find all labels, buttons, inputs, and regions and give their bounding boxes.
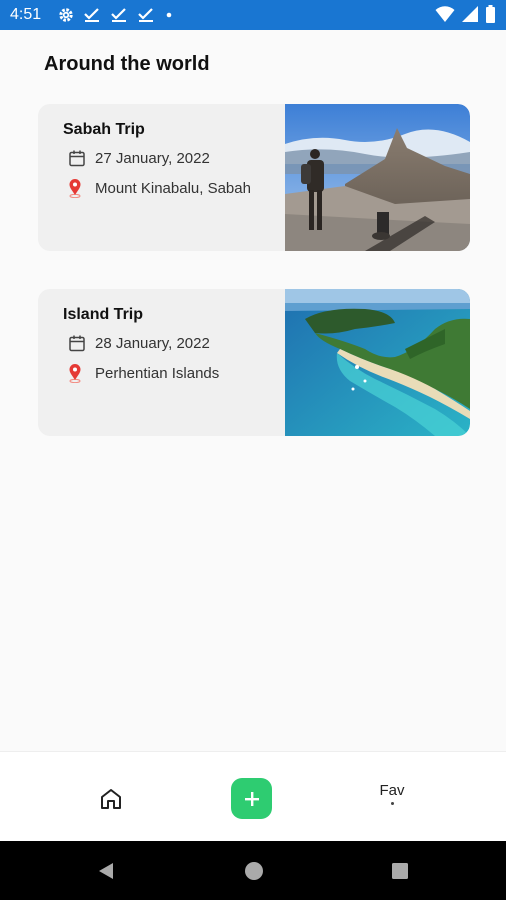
recents-icon[interactable] xyxy=(390,861,410,881)
add-trip-button[interactable] xyxy=(231,778,272,819)
plus-icon xyxy=(244,791,259,806)
trip-date: 28 January, 2022 xyxy=(95,334,210,352)
trip-card-sabah[interactable]: Sabah Trip 27 January, 2022 Mount Kinaba… xyxy=(38,104,470,251)
calendar-icon xyxy=(69,335,85,352)
gear-icon xyxy=(59,8,73,22)
trip-card-island[interactable]: Island Trip 28 January, 2022 Perhentian … xyxy=(38,289,470,436)
tropical-island-photo xyxy=(285,289,470,436)
battery-icon xyxy=(486,5,495,23)
home-icon xyxy=(101,789,121,809)
location-pin-icon xyxy=(69,179,81,198)
system-nav-bar xyxy=(0,841,506,900)
location-pin-icon xyxy=(69,364,81,383)
home-circle-icon[interactable] xyxy=(244,861,264,881)
wifi-icon xyxy=(435,6,455,22)
back-icon[interactable] xyxy=(96,861,116,881)
status-time: 4:51 xyxy=(10,6,42,23)
nav-fav-label: Fav xyxy=(379,782,405,799)
trip-location: Perhentian Islands xyxy=(95,364,220,382)
page-title: Around the world xyxy=(44,53,210,75)
nav-home-button[interactable] xyxy=(97,785,125,813)
calendar-icon xyxy=(69,150,85,167)
bottom-nav: Fav xyxy=(0,751,506,841)
status-bar: 4:51 xyxy=(0,0,506,30)
nav-fav-button[interactable]: Fav xyxy=(379,782,405,805)
trip-title: Island Trip xyxy=(63,306,144,323)
trip-location: Mount Kinabalu, Sabah xyxy=(95,179,251,197)
check-icon xyxy=(111,8,126,22)
trip-date: 27 January, 2022 xyxy=(95,149,210,167)
dot-icon xyxy=(166,12,172,18)
mountain-hiker-photo xyxy=(285,104,470,251)
nav-fav-indicator xyxy=(390,802,394,805)
trip-title: Sabah Trip xyxy=(63,121,145,138)
check-icon xyxy=(138,8,153,22)
check-icon xyxy=(84,8,99,22)
signal-icon xyxy=(462,6,478,22)
